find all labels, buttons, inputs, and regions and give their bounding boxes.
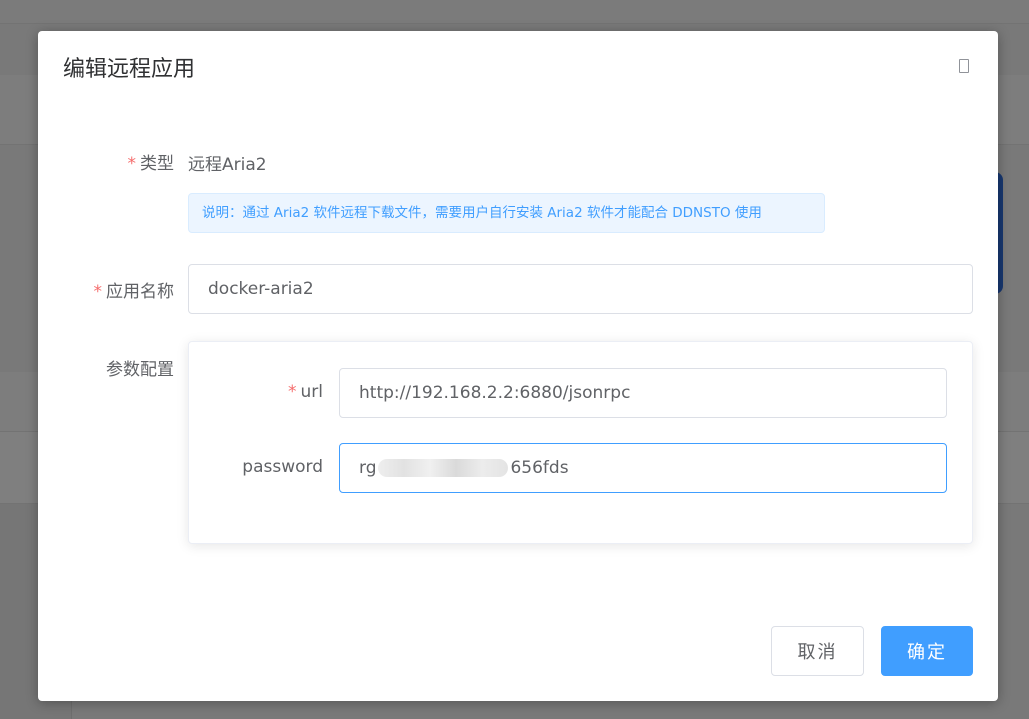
password-input[interactable]: rg 656fds xyxy=(339,443,947,493)
cancel-button[interactable]: 取消 xyxy=(771,626,864,676)
app-name-input[interactable]: docker-aria2 xyxy=(188,264,973,314)
app-name-label: * 应用名称 xyxy=(93,282,175,302)
close-button[interactable] xyxy=(954,55,974,77)
url-input[interactable]: http://192.168.2.2:6880/jsonrpc xyxy=(339,368,947,418)
url-label: * url xyxy=(288,382,323,402)
edit-remote-app-dialog: 编辑远程应用 * 类型 远程Aria2 说明：通过 Aria2 软件远程下载文件，… xyxy=(38,31,998,701)
password-label: password xyxy=(242,457,323,477)
type-value: 远程Aria2 xyxy=(188,155,267,175)
params-card: * url http://192.168.2.2:6880/jsonrpc pas… xyxy=(188,341,973,544)
params-label: 参数配置 xyxy=(106,360,174,380)
confirm-button[interactable]: 确定 xyxy=(881,626,973,676)
info-notice: 说明：通过 Aria2 软件远程下载文件，需要用户自行安装 Aria2 软件才能… xyxy=(188,193,825,233)
type-label: * 类型 xyxy=(127,154,175,174)
redaction-blur xyxy=(378,459,509,477)
dialog-title: 编辑远程应用 xyxy=(63,57,196,82)
close-icon xyxy=(959,59,969,73)
